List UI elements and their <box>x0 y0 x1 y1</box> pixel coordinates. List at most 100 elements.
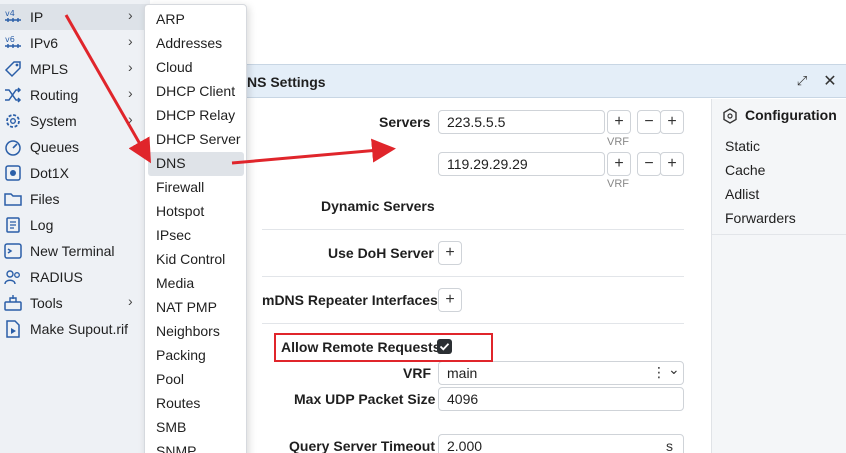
server-1-add-button[interactable]: + <box>607 110 631 134</box>
mdns-add-button[interactable]: + <box>438 288 462 312</box>
mdns-repeater-label: mDNS Repeater Interfaces <box>262 292 438 308</box>
sidebar: v4 IP › v6 IPv6 › MPLS › Routing › Syste… <box>0 0 150 453</box>
server-2-add-button[interactable]: + <box>607 152 631 176</box>
sidebar-item-ip[interactable]: v4 IP › <box>0 4 150 30</box>
server-2-insert-button[interactable]: + <box>660 152 684 176</box>
sidebar-item-make-supout[interactable]: Make Supout.rif <box>0 316 150 342</box>
tag-icon <box>3 59 23 79</box>
sidebar-item-radius[interactable]: RADIUS <box>0 264 150 290</box>
chevron-right-icon: › <box>128 111 133 127</box>
vrf-value: main <box>447 365 478 381</box>
submenu-item-neighbors[interactable]: Neighbors <box>148 320 244 344</box>
divider <box>262 323 684 324</box>
dot1x-icon <box>3 163 23 183</box>
use-doh-label: Use DoH Server <box>328 245 434 261</box>
config-item-cache[interactable]: Cache <box>725 162 765 178</box>
server-input-1[interactable]: 223.5.5.5 <box>438 110 605 134</box>
submenu-item-smb[interactable]: SMB <box>148 416 244 440</box>
submenu-item-hotspot[interactable]: Hotspot <box>148 200 244 224</box>
ipv6-icon: v6 <box>3 33 23 53</box>
server-1-insert-button[interactable]: + <box>660 110 684 134</box>
close-icon[interactable]: ✕ <box>821 71 839 90</box>
submenu-item-dhcp-client[interactable]: DHCP Client <box>148 80 244 104</box>
submenu-item-kid-control[interactable]: Kid Control <box>148 248 244 272</box>
submenu-item-pool[interactable]: Pool <box>148 368 244 392</box>
server-1-remove-button[interactable]: − <box>637 110 661 134</box>
check-icon <box>439 343 450 351</box>
use-doh-add-button[interactable]: + <box>438 241 462 265</box>
submenu-item-ipsec[interactable]: IPsec <box>148 224 244 248</box>
chevron-right-icon: › <box>128 293 133 309</box>
ip-submenu: ARP Addresses Cloud DHCP Client DHCP Rel… <box>144 4 247 453</box>
log-icon <box>3 215 23 235</box>
sidebar-item-routing[interactable]: Routing › <box>0 82 150 108</box>
config-item-static[interactable]: Static <box>725 138 760 154</box>
divider <box>712 234 846 235</box>
submenu-item-snmp[interactable]: SNMP <box>148 440 244 453</box>
toolbox-icon <box>3 293 23 313</box>
submenu-item-routes[interactable]: Routes <box>148 392 244 416</box>
chevron-right-icon: › <box>128 59 133 75</box>
users-icon <box>3 267 23 287</box>
submenu-item-firewall[interactable]: Firewall <box>148 176 244 200</box>
config-item-adlist[interactable]: Adlist <box>725 186 759 202</box>
query-timeout-value: 2.000 <box>447 438 483 453</box>
sidebar-item-dot1x[interactable]: Dot1X <box>0 160 150 186</box>
submenu-item-arp[interactable]: ARP <box>148 8 244 32</box>
server-2-vrf-note: VRF <box>607 178 629 190</box>
terminal-icon <box>3 241 23 261</box>
chevron-down-icon[interactable]: ⌄ <box>668 361 680 378</box>
server-1-vrf-note: VRF <box>607 136 629 148</box>
query-timeout-input[interactable]: 2.000 <box>438 434 684 453</box>
more-icon[interactable]: ⋮ <box>652 364 666 381</box>
submenu-item-dns[interactable]: DNS <box>148 152 244 176</box>
vrf-label: VRF <box>403 365 431 381</box>
sidebar-item-queues[interactable]: Queues <box>0 134 150 160</box>
submenu-item-addresses[interactable]: Addresses <box>148 32 244 56</box>
window-title: NS Settings <box>247 74 326 90</box>
submenu-item-dhcp-server[interactable]: DHCP Server <box>148 128 244 152</box>
config-item-forwarders[interactable]: Forwarders <box>725 210 796 226</box>
query-timeout-label: Query Server Timeout <box>289 438 436 453</box>
submenu-item-media[interactable]: Media <box>148 272 244 296</box>
svg-text:v6: v6 <box>5 35 15 44</box>
chevron-right-icon: › <box>128 7 133 23</box>
chevron-right-icon: › <box>128 33 133 49</box>
document-play-icon <box>3 319 23 339</box>
sidebar-item-files[interactable]: Files <box>0 186 150 212</box>
allow-remote-requests-checkbox[interactable] <box>437 339 452 354</box>
submenu-item-dhcp-relay[interactable]: DHCP Relay <box>148 104 244 128</box>
sidebar-item-ipv6[interactable]: v6 IPv6 › <box>0 30 150 56</box>
divider <box>262 229 684 230</box>
sidebar-item-log[interactable]: Log <box>0 212 150 238</box>
sidebar-item-mpls[interactable]: MPLS › <box>0 56 150 82</box>
server-2-remove-button[interactable]: − <box>637 152 661 176</box>
submenu-item-cloud[interactable]: Cloud <box>148 56 244 80</box>
vrf-select[interactable]: main <box>438 361 684 385</box>
sidebar-item-tools[interactable]: Tools › <box>0 290 150 316</box>
allow-remote-requests-label: Allow Remote Requests <box>281 339 441 355</box>
hexagon-icon <box>722 108 738 124</box>
gear-icon <box>3 111 23 131</box>
sidebar-item-system[interactable]: System › <box>0 108 150 134</box>
chevron-right-icon: › <box>128 85 133 101</box>
server-input-2[interactable]: 119.29.29.29 <box>438 152 605 176</box>
ipv4-icon: v4 <box>3 7 23 27</box>
divider <box>262 276 684 277</box>
submenu-item-nat-pmp[interactable]: NAT PMP <box>148 296 244 320</box>
unit-label: s <box>666 438 673 453</box>
configuration-title: Configuration <box>745 107 837 123</box>
max-udp-label: Max UDP Packet Size <box>294 391 436 407</box>
submenu-item-packing[interactable]: Packing <box>148 344 244 368</box>
servers-label: Servers <box>379 114 431 130</box>
configuration-panel: Configuration Static Cache Adlist Forwar… <box>711 99 846 453</box>
restore-icon[interactable]: ⤢ <box>794 73 810 89</box>
window-titlebar: NS Settings ⤢ ✕ <box>247 64 846 98</box>
dynamic-servers-label: Dynamic Servers <box>321 198 435 214</box>
sidebar-item-new-terminal[interactable]: New Terminal <box>0 238 150 264</box>
folder-icon <box>3 189 23 209</box>
max-udp-input[interactable]: 4096 <box>438 387 684 411</box>
shuffle-icon <box>3 85 23 105</box>
gauge-icon <box>3 137 23 157</box>
svg-text:v4: v4 <box>5 9 15 18</box>
